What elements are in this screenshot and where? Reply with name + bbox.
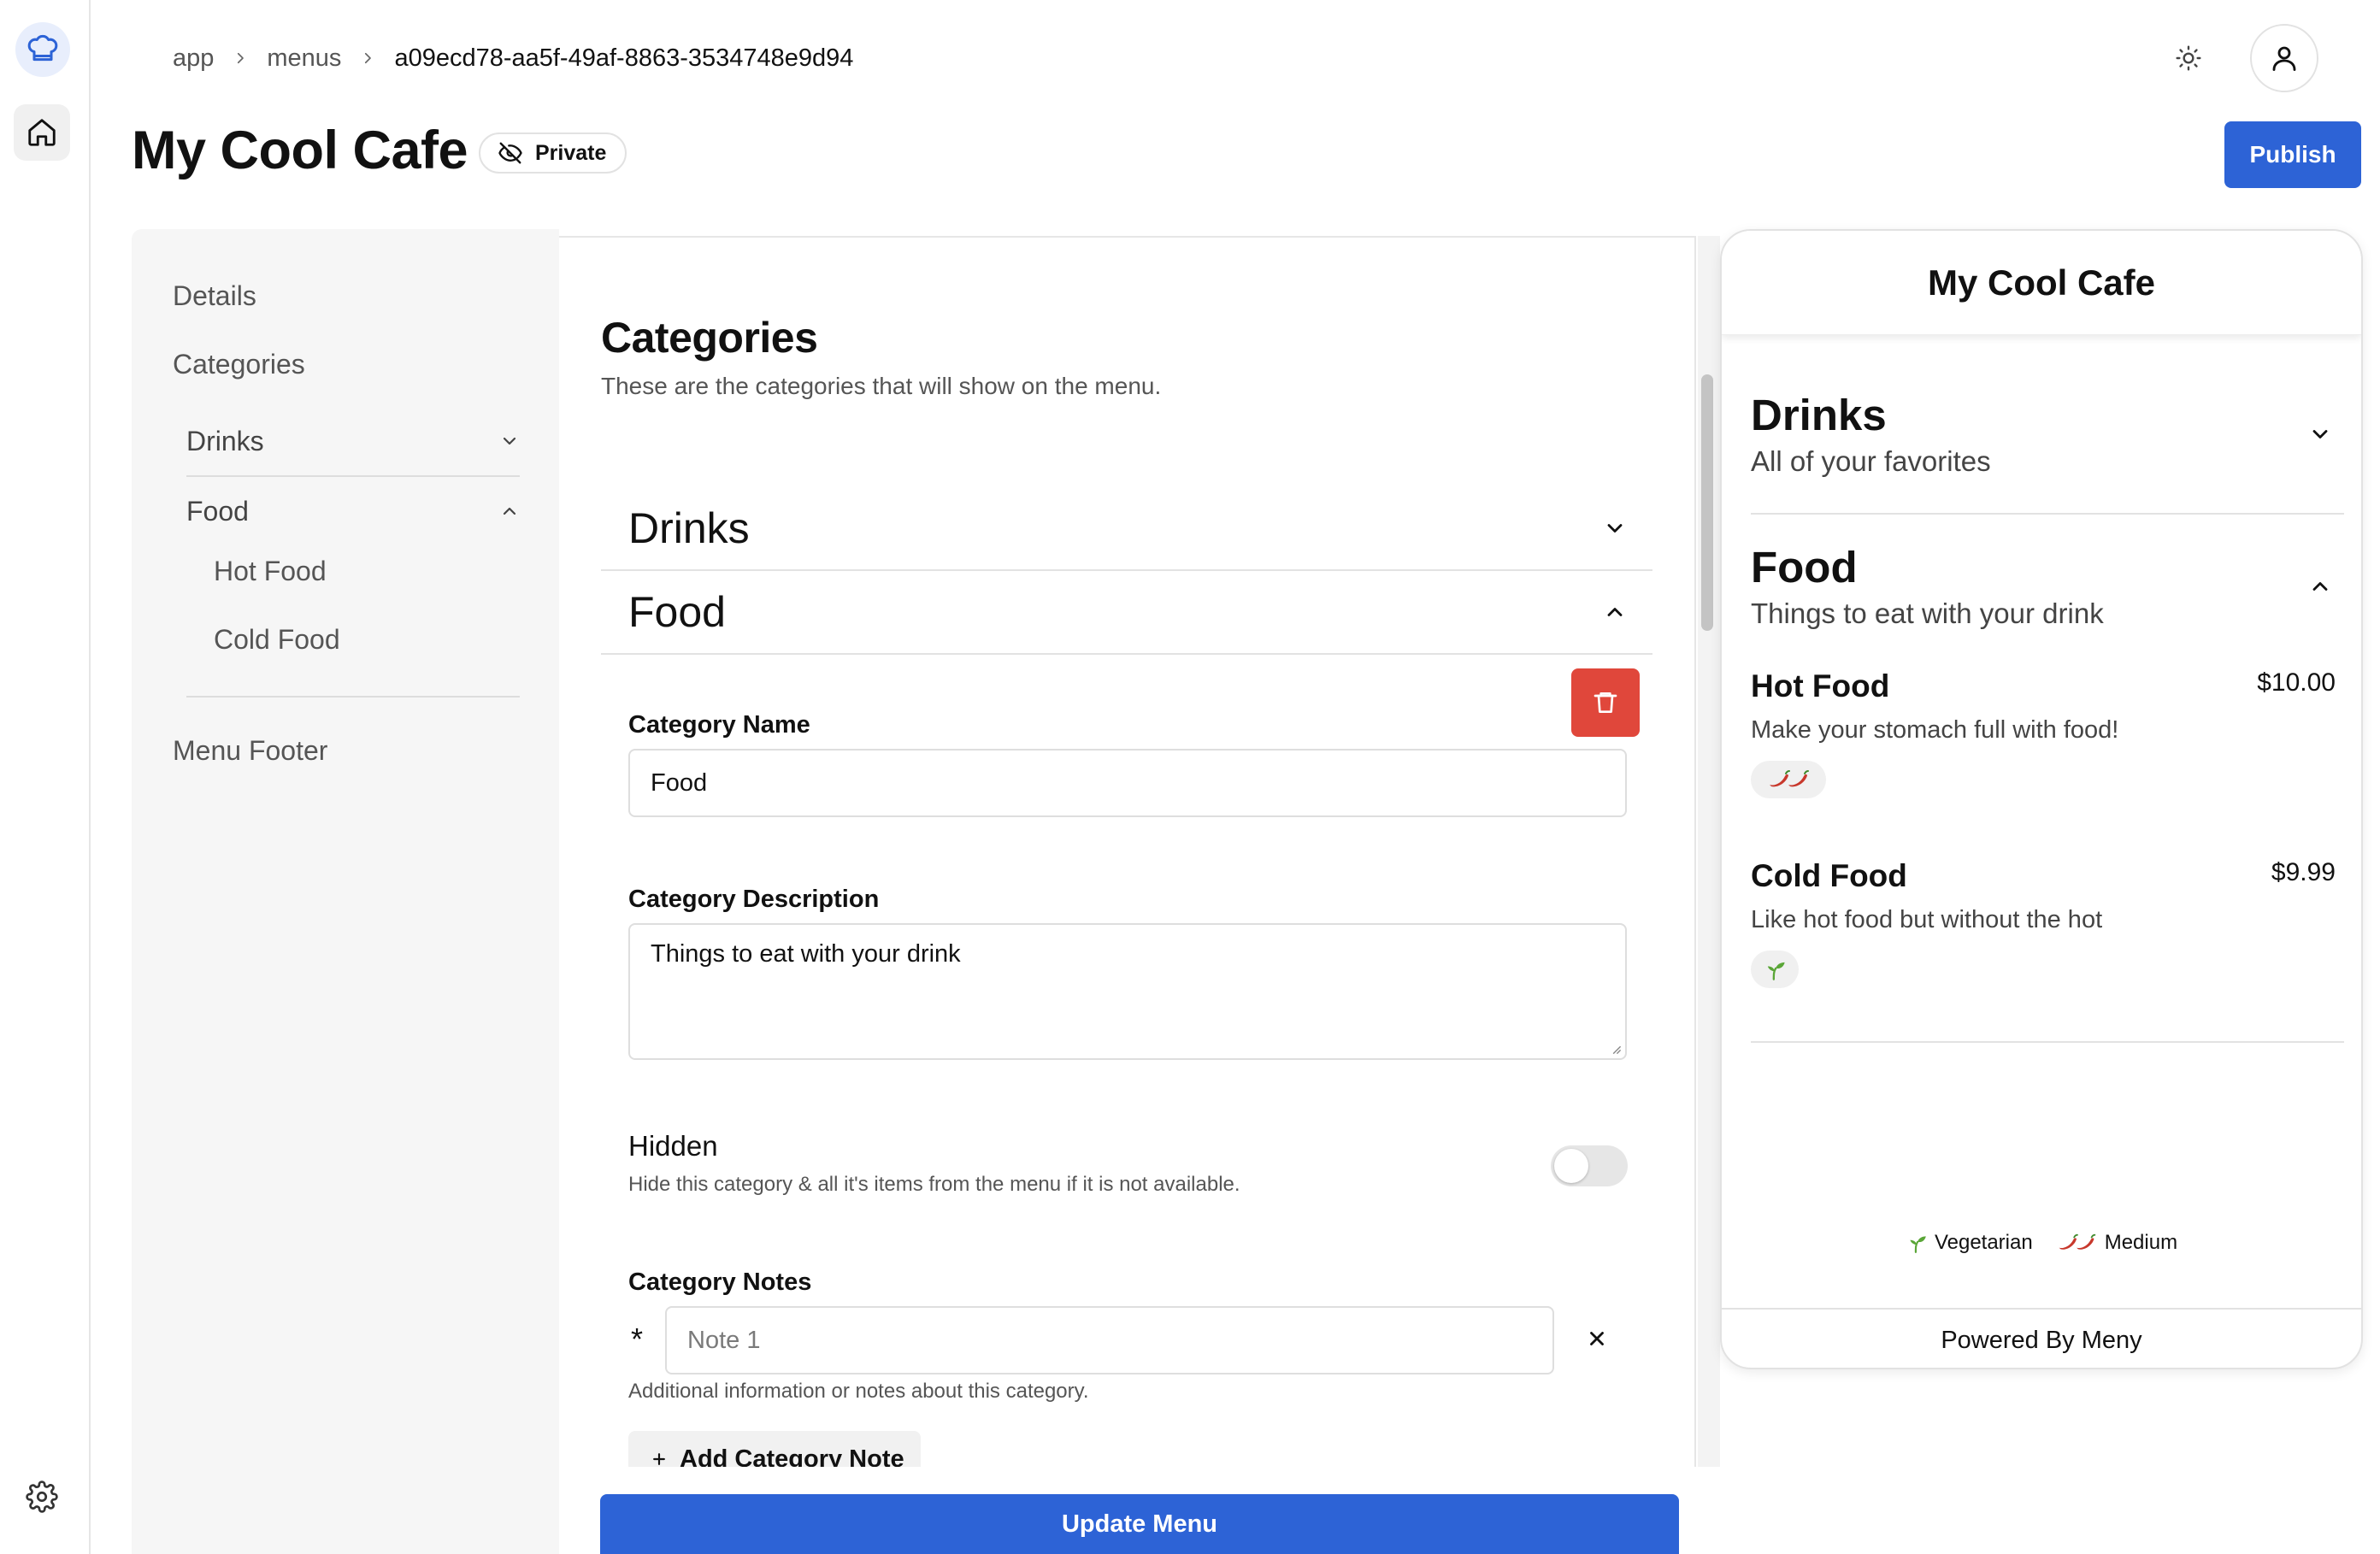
accordion-food-title: Food xyxy=(628,588,726,636)
note-bullet-marker: * xyxy=(631,1321,644,1357)
preview-item-name: Cold Food xyxy=(1751,858,1907,893)
preview-category-description: Things to eat with your drink xyxy=(1751,597,2104,629)
preview-footer: Powered By Meny xyxy=(1722,1308,2361,1368)
page-title: My Cool Cafe xyxy=(132,121,468,180)
preview-item-tag xyxy=(1751,951,1799,988)
preview-item-description: Like hot food but without the hot xyxy=(1751,906,2103,933)
seedling-icon xyxy=(1767,962,1785,980)
update-menu-button[interactable]: Update Menu xyxy=(600,1494,1679,1554)
visibility-badge[interactable]: Private xyxy=(479,132,627,174)
legend-label: Medium xyxy=(2104,1231,2178,1254)
preview-category-food[interactable]: Food Things to eat with your drink xyxy=(1751,542,2344,630)
chevron-up-icon xyxy=(1607,608,1623,616)
accordion-drinks[interactable]: Drinks xyxy=(601,487,1652,571)
eye-off-icon xyxy=(498,142,522,164)
note-1-input[interactable]: Note 1 xyxy=(665,1306,1554,1374)
category-name-label: Category Name xyxy=(628,711,810,739)
chevron-up-icon xyxy=(2312,582,2328,591)
preview-item-name: Hot Food xyxy=(1751,668,1890,703)
preview-item-price: $10.00 xyxy=(2257,668,2336,697)
categories-subheading: These are the categories that will show … xyxy=(601,373,1162,399)
publish-button[interactable]: Publish xyxy=(2224,121,2361,188)
preview-divider xyxy=(1751,513,2344,515)
breadcrumb-current: a09ecd78-aa5f-49af-8863-3534748e9d94 xyxy=(394,44,854,72)
section-nav-drinks-label: Drinks xyxy=(186,425,264,456)
home-icon[interactable] xyxy=(14,104,70,161)
resize-grip-icon xyxy=(1612,1045,1622,1055)
preview-category-description: All of your favorites xyxy=(1751,445,1991,477)
remove-note-close-icon[interactable] xyxy=(1580,1321,1614,1356)
preview-title: My Cool Cafe xyxy=(1722,231,2361,335)
menu-preview: My Cool Cafe Drinks All of your favorite… xyxy=(1720,229,2363,1369)
chevron-down-icon xyxy=(1607,524,1623,533)
section-nav: Details Categories Drinks Food Hot Food … xyxy=(132,229,559,1554)
hidden-setting-description: Hide this category & all it's items from… xyxy=(628,1173,1240,1196)
legend-vegetarian: Vegetarian xyxy=(1906,1231,2033,1255)
section-nav-drinks[interactable]: Drinks xyxy=(186,407,520,475)
accordion-food[interactable]: Food xyxy=(601,571,1652,655)
hidden-setting-title: Hidden xyxy=(628,1130,718,1162)
accordion-drinks-title: Drinks xyxy=(628,504,750,552)
breadcrumb-app-link[interactable]: app xyxy=(173,44,214,73)
category-notes-help: Additional information or notes about th… xyxy=(628,1380,1089,1403)
chef-hat-logo-icon[interactable] xyxy=(15,22,70,77)
section-nav-details[interactable]: Details xyxy=(173,280,256,312)
sun-theme-toggle-icon[interactable] xyxy=(2168,38,2209,79)
section-nav-cold-food[interactable]: Cold Food xyxy=(214,624,340,656)
editor-scrollbar-thumb[interactable] xyxy=(1701,374,1713,631)
visibility-badge-label: Private xyxy=(535,140,607,165)
section-nav-food[interactable]: Food xyxy=(186,477,520,545)
category-description-textarea[interactable]: Things to eat with your drink xyxy=(628,923,1627,1060)
preview-item-tag xyxy=(1751,761,1826,798)
user-avatar-icon[interactable] xyxy=(2250,24,2318,92)
category-name-input[interactable]: Food xyxy=(628,749,1627,817)
chili-pepper-icon xyxy=(1770,770,1809,787)
preview-item-description: Make your stomach full with food! xyxy=(1751,716,2119,744)
section-nav-categories[interactable]: Categories xyxy=(173,349,305,380)
preview-legend: Vegetarian Medium xyxy=(1722,1231,2361,1255)
plus-icon xyxy=(653,1453,665,1465)
section-nav-food-label: Food xyxy=(186,495,249,527)
section-nav-menu-footer[interactable]: Menu Footer xyxy=(173,735,327,767)
legend-medium: Medium xyxy=(2055,1231,2177,1255)
chevron-down-icon xyxy=(2312,430,2328,439)
preview-divider xyxy=(1751,1041,2344,1043)
category-description-value: Things to eat with your drink xyxy=(651,940,961,968)
chevron-down-icon xyxy=(503,437,516,445)
section-nav-hot-food[interactable]: Hot Food xyxy=(214,556,327,587)
seedling-icon xyxy=(1910,1236,1926,1253)
settings-gear-icon[interactable] xyxy=(22,1477,62,1516)
category-description-label: Category Description xyxy=(628,886,880,913)
app-rail xyxy=(0,0,91,1554)
preview-item-price: $9.99 xyxy=(2271,858,2336,886)
chevron-right-icon xyxy=(214,50,267,66)
section-nav-divider xyxy=(186,696,520,698)
delete-category-button[interactable] xyxy=(1571,668,1640,737)
categories-heading: Categories xyxy=(601,314,818,362)
chevron-up-icon xyxy=(503,507,516,515)
legend-label: Vegetarian xyxy=(1934,1231,2033,1254)
hidden-toggle-knob xyxy=(1554,1149,1588,1183)
preview-category-title: Drinks xyxy=(1751,391,1887,439)
chili-pepper-icon xyxy=(2059,1233,2095,1250)
breadcrumb-menus-link[interactable]: menus xyxy=(267,44,341,73)
category-notes-label: Category Notes xyxy=(628,1269,812,1296)
chevron-right-icon xyxy=(341,50,394,66)
trash-icon xyxy=(1594,692,1617,713)
preview-category-title: Food xyxy=(1751,543,1858,592)
preview-category-drinks[interactable]: Drinks All of your favorites xyxy=(1751,390,2344,478)
breadcrumb: app menus a09ecd78-aa5f-49af-8863-353474… xyxy=(173,39,853,77)
hidden-toggle[interactable] xyxy=(1551,1145,1628,1186)
